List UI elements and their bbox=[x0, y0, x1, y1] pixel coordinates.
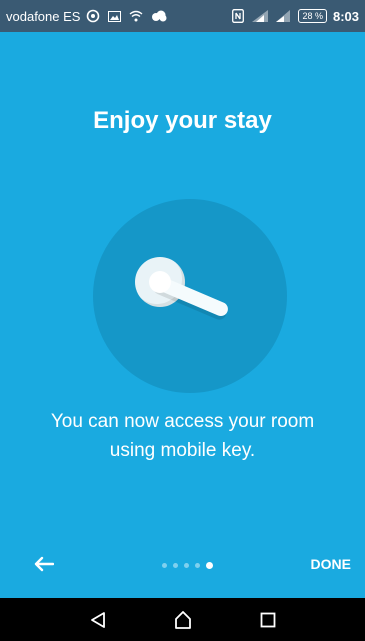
onboarding-page: Enjoy your stay You can now access your … bbox=[0, 32, 365, 598]
nav-back-button[interactable] bbox=[83, 605, 113, 635]
app-screen: vodafone ES 28 % 8:03 Enjoy your stay Yo… bbox=[0, 0, 365, 641]
navigation-bar bbox=[0, 598, 365, 641]
page-indicator bbox=[162, 560, 213, 570]
image-icon bbox=[108, 10, 122, 22]
carrier-label: vodafone ES bbox=[6, 8, 81, 24]
page-dot bbox=[195, 562, 200, 568]
door-handle-illustration bbox=[93, 199, 287, 393]
back-triangle-icon bbox=[90, 611, 105, 628]
cell-signal-icon bbox=[276, 10, 291, 22]
whatsapp-icon bbox=[86, 9, 100, 23]
cloud-icon bbox=[151, 10, 167, 22]
confirmation-message: You can now access your room using mobil… bbox=[50, 411, 315, 461]
wifi-signal-icon bbox=[252, 10, 269, 22]
page-dot-active bbox=[206, 561, 213, 569]
nav-recents-button[interactable] bbox=[253, 605, 283, 635]
status-time: 8:03 bbox=[332, 8, 359, 24]
battery-indicator: 28 % bbox=[298, 9, 327, 23]
wifi-icon bbox=[129, 10, 143, 22]
page-dot bbox=[162, 562, 167, 568]
done-button[interactable]: DONE bbox=[311, 556, 351, 572]
status-bar: vodafone ES 28 % 8:03 bbox=[0, 0, 365, 32]
page-title: Enjoy your stay bbox=[93, 107, 272, 134]
handle-cap bbox=[149, 271, 171, 293]
nav-home-button[interactable] bbox=[168, 605, 198, 635]
recents-icon bbox=[260, 612, 275, 627]
back-button[interactable] bbox=[30, 552, 58, 576]
page-dot bbox=[173, 562, 178, 568]
arrow-left-icon bbox=[34, 556, 54, 572]
page-dot bbox=[184, 562, 189, 568]
home-icon bbox=[174, 610, 191, 629]
nfc-icon bbox=[232, 9, 245, 23]
